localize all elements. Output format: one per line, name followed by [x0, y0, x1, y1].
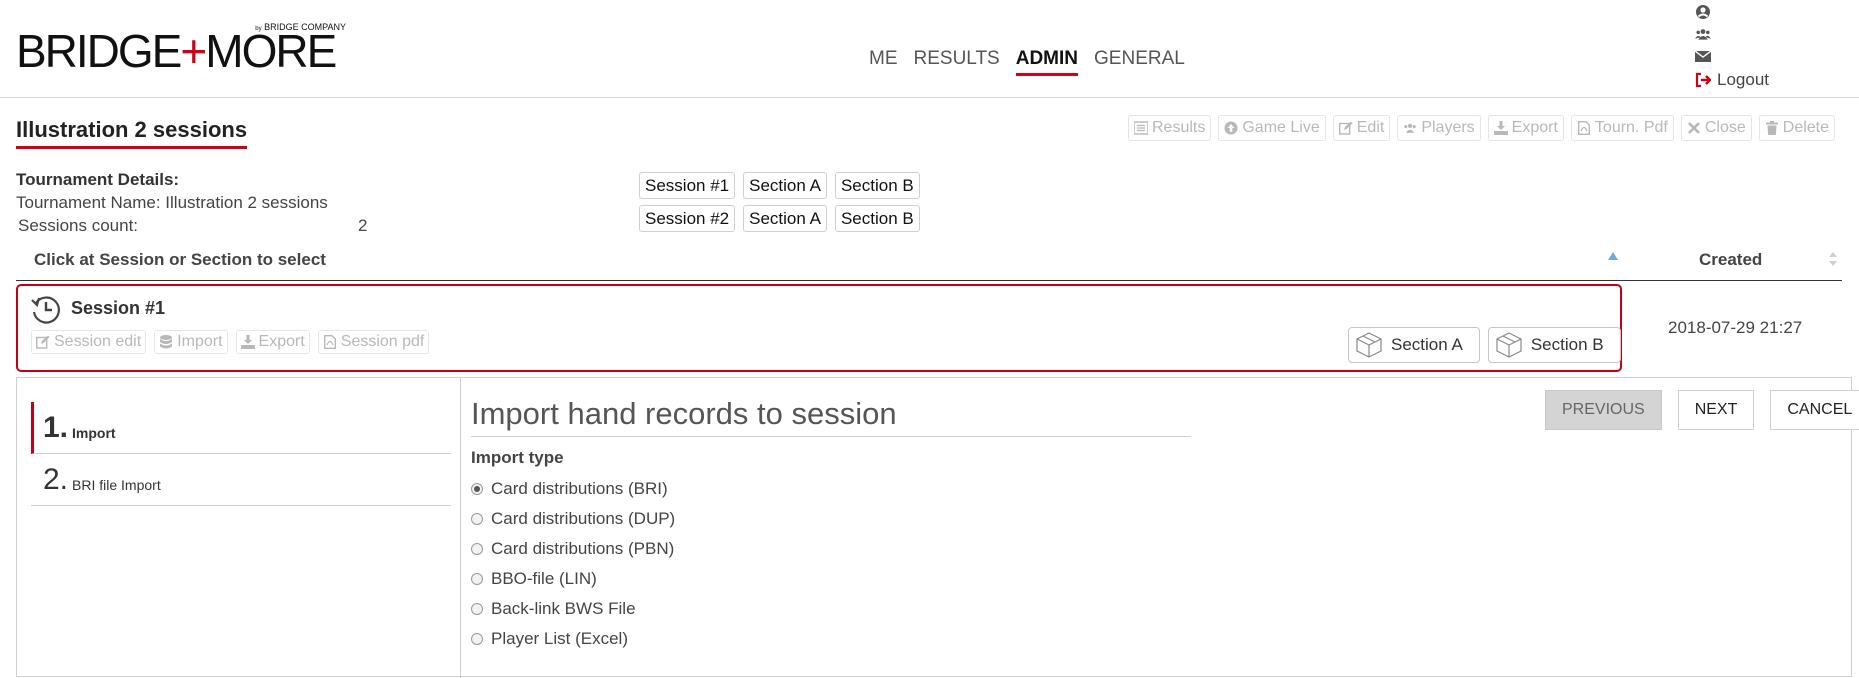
list-icon [1134, 121, 1148, 135]
nav-me[interactable]: ME [869, 48, 898, 76]
radio-option-bri[interactable]: Card distributions (BRI) [471, 474, 675, 504]
session-export-button[interactable]: Export [235, 330, 310, 354]
edit-button[interactable]: Edit [1332, 115, 1391, 141]
radio-button[interactable] [471, 483, 483, 495]
envelope-icon[interactable] [1695, 48, 1711, 64]
session-pdf-button[interactable]: Session pdf [317, 330, 430, 354]
previous-button[interactable]: PREVIOUS [1545, 390, 1662, 430]
session-name: Session #1 [71, 298, 166, 318]
brand-logo[interactable]: BRIDGE+MORE by BRIDGE COMPANY [16, 22, 346, 77]
game-live-button[interactable]: Game Live [1218, 115, 1326, 141]
cube-icon [1356, 332, 1382, 358]
session-import-button[interactable]: Import [154, 330, 228, 354]
sign-out-icon [1695, 72, 1711, 88]
session-actions: Session edit Import Export Session pdf [31, 330, 430, 354]
chip-session-2-section-a[interactable]: Section A [743, 205, 827, 232]
chip-session-2-section-b[interactable]: Section B [834, 205, 920, 232]
close-button[interactable]: Close [1680, 115, 1752, 141]
section-b-button[interactable]: Section B [1487, 327, 1621, 363]
session-2-chips: Session #2 Section A Section B [639, 205, 920, 232]
database-icon [160, 335, 173, 349]
radio-option-bws[interactable]: Back-link BWS File [471, 594, 675, 624]
panel-divider [460, 378, 461, 678]
players-button[interactable]: Players [1397, 115, 1481, 141]
user-circle-icon[interactable] [1695, 4, 1711, 20]
radio-option-dup[interactable]: Card distributions (DUP) [471, 504, 675, 534]
session-1-chips: Session #1 Section A Section B [639, 172, 920, 199]
tournament-toolbar: Results Game Live Edit Players Export To… [1128, 115, 1836, 141]
radio-button[interactable] [471, 543, 483, 555]
chip-session-2[interactable]: Session #2 [639, 205, 736, 232]
logout-label: Logout [1717, 70, 1769, 89]
user-menu: Logout [1695, 4, 1769, 90]
sessions-count-value: 2 [358, 216, 368, 235]
section-a-button[interactable]: Section A [1348, 327, 1480, 363]
file-pdf-icon [1577, 121, 1590, 135]
sessions-count-label: Sessions count: [18, 216, 139, 235]
nav-admin[interactable]: ADMIN [1015, 48, 1079, 76]
close-icon [1687, 122, 1700, 134]
import-wizard: 1. Import 2. BRI file Import Import hand… [16, 377, 1859, 678]
next-button[interactable]: NEXT [1677, 390, 1755, 430]
wizard-buttons: PREVIOUS NEXT CANCEL [1545, 390, 1859, 430]
brand-wordmark: BRIDGE+MORE [16, 25, 337, 77]
cancel-button[interactable]: CANCEL [1770, 390, 1859, 430]
nav-general[interactable]: GENERAL [1094, 48, 1185, 76]
main-nav: ME RESULTS ADMIN GENERAL [869, 48, 1185, 76]
radio-button[interactable] [471, 573, 483, 585]
edit-icon [36, 335, 50, 349]
chip-session-1-section-b[interactable]: Section B [834, 172, 920, 199]
radio-button[interactable] [471, 633, 483, 645]
form-title: Import hand records to session [471, 396, 1191, 437]
tournament-name: Tournament Name: Illustration 2 sessions [16, 193, 328, 212]
file-pdf-icon [323, 335, 336, 349]
table-header: Click at Session or Section to select Cr… [16, 246, 1842, 281]
column-header-created[interactable]: Created [1699, 250, 1762, 270]
session-created-date: 2018-07-29 21:27 [1668, 318, 1803, 337]
wizard-step-1[interactable]: 1. Import [31, 402, 451, 454]
tournament-details: Tournament Details: Tournament Name: Ill… [16, 168, 367, 237]
radio-button[interactable] [471, 603, 483, 615]
wizard-step-2[interactable]: 2. BRI file Import [31, 454, 451, 506]
download-icon [1493, 121, 1508, 135]
table-row-session-1[interactable]: Session #1 Session edit Import Export Se… [16, 284, 1622, 372]
arrow-circle-up-icon [1224, 121, 1238, 135]
wizard-steps: 1. Import 2. BRI file Import [31, 402, 451, 506]
step-label: Import [72, 425, 116, 441]
brand-subtitle: by BRIDGE COMPANY [255, 22, 346, 32]
sort-icon[interactable] [1828, 251, 1838, 267]
import-type-options: Card distributions (BRI) Card distributi… [471, 474, 675, 654]
users-icon [1404, 123, 1417, 133]
radio-option-pbn[interactable]: Card distributions (PBN) [471, 534, 675, 564]
section-buttons: Section A Section B [1348, 327, 1621, 363]
download-icon [240, 335, 255, 349]
session-edit-button[interactable]: Session edit [31, 330, 147, 354]
logout-link[interactable]: Logout [1695, 70, 1769, 90]
delete-button[interactable]: Delete [1758, 115, 1836, 141]
history-icon [31, 296, 60, 324]
users-icon[interactable] [1695, 26, 1711, 42]
trash-icon [1765, 121, 1778, 135]
radio-option-excel[interactable]: Player List (Excel) [471, 624, 675, 654]
results-button[interactable]: Results [1128, 115, 1212, 141]
tourn-pdf-button[interactable]: Tourn. Pdf [1570, 115, 1674, 141]
cube-icon [1496, 332, 1522, 358]
nav-results[interactable]: RESULTS [914, 48, 1000, 76]
radio-option-lin[interactable]: BBO-file (LIN) [471, 564, 675, 594]
step-label: BRI file Import [72, 477, 161, 493]
column-header-session[interactable]: Click at Session or Section to select [34, 250, 326, 270]
chip-session-1-section-a[interactable]: Section A [743, 172, 827, 199]
chip-session-1[interactable]: Session #1 [639, 172, 736, 199]
sort-asc-icon[interactable] [1608, 252, 1618, 260]
export-button[interactable]: Export [1487, 115, 1564, 141]
details-heading: Tournament Details: [16, 170, 180, 189]
import-type-label: Import type [471, 448, 564, 467]
page-title: Illustration 2 sessions [16, 117, 248, 149]
step-number: 1. [43, 411, 69, 444]
radio-button[interactable] [471, 513, 483, 525]
session-section-selector: Session #1 Section A Section B Session #… [639, 172, 920, 238]
header-divider [0, 97, 1859, 98]
step-number: 2. [43, 463, 69, 496]
edit-icon [1338, 121, 1353, 135]
